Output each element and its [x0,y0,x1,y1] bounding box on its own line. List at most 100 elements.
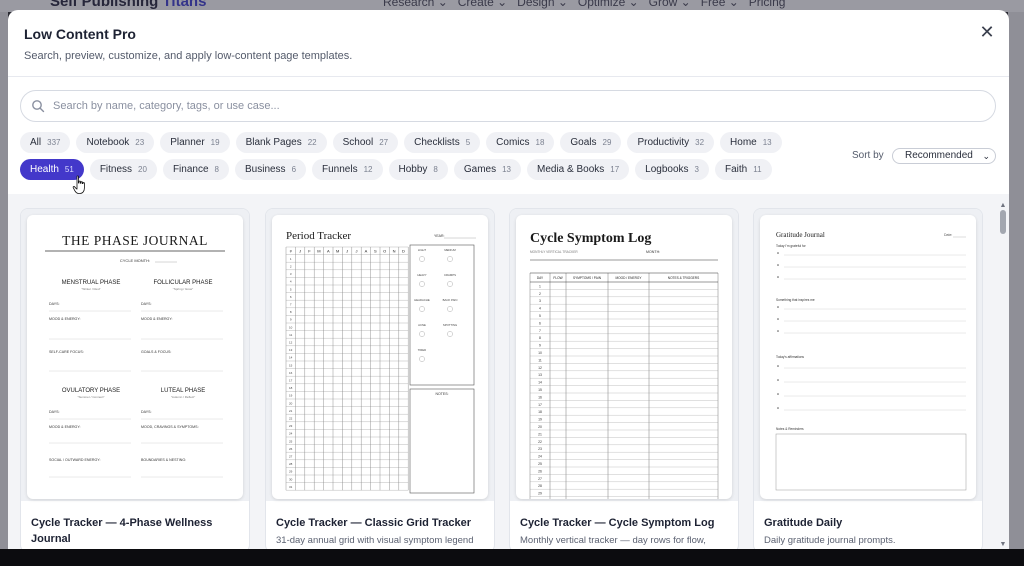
svg-text:Something that inspires me: Something that inspires me [776,298,815,302]
filter-chip-goals[interactable]: Goals 29 [560,132,622,153]
svg-text:20: 20 [538,425,542,429]
preview-heading: Cycle Symptom Log [530,231,651,246]
svg-text:BOUNDARIES & NESTING:: BOUNDARIES & NESTING: [141,458,186,462]
filter-chip-comics[interactable]: Comics 18 [486,132,555,153]
svg-text:MENSTRUAL PHASE: MENSTRUAL PHASE [62,280,121,286]
svg-text:GOALS & FOCUS:: GOALS & FOCUS: [141,350,171,354]
svg-text:"Autumn / Reflect": "Autumn / Reflect" [171,395,195,399]
svg-text:4: 4 [290,280,292,284]
close-icon[interactable]: ✕ [977,22,997,42]
symptom-table: DAY FLOW SYMPTOMS / PAIN MOOD / ENERGY NOTES… [529,272,719,512]
filter-chip-checklists[interactable]: Checklists 5 [404,132,481,153]
svg-text:16: 16 [538,395,542,399]
preview-heading: THE PHASE JOURNAL [62,233,208,248]
svg-text:DAYS:: DAYS: [49,410,60,414]
scroll-down-icon[interactable]: ▼ [998,541,1008,549]
svg-text:1: 1 [539,284,541,288]
svg-text:30: 30 [289,477,293,481]
svg-text:22: 22 [538,440,542,444]
svg-text:Date:: Date: [944,233,952,237]
svg-text:"Summer / Connect": "Summer / Connect" [77,395,104,399]
svg-text:MOOD, CRAVINGS & SYMPTOMS:: MOOD, CRAVINGS & SYMPTOMS: [141,425,199,429]
filter-chip-hobby[interactable]: Hobby 8 [388,159,448,180]
template-card-symptom-log[interactable]: Cycle Symptom Log MONTHLY VERTICAL TRACK… [509,208,739,549]
svg-text:D: D [402,249,405,254]
svg-text:9: 9 [290,318,292,322]
card-title: Cycle Tracker — Cycle Symptom Log [520,517,715,529]
svg-text:18: 18 [289,386,293,390]
search-box [20,90,996,122]
svg-text:25: 25 [538,462,542,466]
svg-text:J: J [299,249,301,254]
card-description: Daily gratitude journal prompts. [764,535,896,546]
svg-text:14: 14 [538,381,542,385]
svg-text:MOOD & ENERGY:: MOOD & ENERGY: [49,425,81,429]
svg-text:O: O [383,249,386,254]
svg-text:A: A [365,249,368,254]
svg-text:5: 5 [290,287,292,291]
svg-text:28: 28 [538,484,542,488]
scroll-thumb[interactable] [1000,210,1006,234]
background-brand: Self Publishing Titans [50,0,207,10]
svg-text:27: 27 [289,455,293,459]
svg-text:2: 2 [539,292,541,296]
page-preview: THE PHASE JOURNAL CYCLE MONTH: MENSTRUAL… [27,215,243,499]
svg-text:24: 24 [289,432,293,436]
svg-text:SOCIAL / OUTWARD ENERGY:: SOCIAL / OUTWARD ENERGY: [49,458,100,462]
filter-chip-business[interactable]: Business 6 [234,159,307,180]
filter-chip-productivity[interactable]: Productivity 32 [627,132,715,153]
card-thumbnail: Gratitude Journal Date: Today I'm gratef… [754,209,982,501]
svg-text:6: 6 [290,295,292,299]
svg-text:NOTES & TRIGGERS: NOTES & TRIGGERS [668,276,699,280]
scroll-up-icon[interactable]: ▲ [998,202,1008,210]
svg-text:12: 12 [538,366,542,370]
preview-heading: Gratitude Journal [776,231,825,239]
svg-text:NOTES:: NOTES: [435,392,448,396]
svg-text:3: 3 [290,272,292,276]
svg-text:LIGHT: LIGHT [418,248,427,252]
svg-text:26: 26 [289,447,293,451]
filter-chip-planner[interactable]: Planner 19 [160,132,230,153]
svg-text:17: 17 [538,403,542,407]
filter-chip-blank-pages[interactable]: Blank Pages 22 [235,132,327,153]
svg-text:10: 10 [538,351,542,355]
filter-chip-games[interactable]: Games 13 [453,159,521,180]
background-menu: Research ⌄ Create ⌄ Design ⌄ Optimize ⌄ Grow… [383,0,786,9]
svg-text:25: 25 [289,439,293,443]
svg-text:11: 11 [289,333,292,337]
background-bottom [0,549,1024,566]
filter-chip-logbooks[interactable]: Logbooks 3 [635,159,709,180]
svg-text:5: 5 [539,314,541,318]
svg-text:9: 9 [539,344,541,348]
template-card-gratitude[interactable]: Gratitude Journal Date: Today I'm gratef… [753,208,983,549]
filter-chip-school[interactable]: School 27 [332,132,399,153]
svg-text:BACK PAIN: BACK PAIN [443,298,458,302]
svg-text:TIRED: TIRED [418,348,426,352]
svg-text:13: 13 [289,348,293,352]
preview-sub: CYCLE MONTH: [120,258,150,263]
svg-text:23: 23 [538,447,542,451]
svg-text:MOOD & ENERGY:: MOOD & ENERGY: [141,317,173,321]
card-description: Monthly vertical tracker — day rows for … [520,535,706,546]
filter-chip-media-books[interactable]: Media & Books 17 [527,159,630,180]
filter-chip-notebook[interactable]: Notebook 23 [76,132,155,153]
sort-select[interactable]: Recommended ⌄ [892,148,996,164]
template-card-period-tracker[interactable]: Period Tracker YEAR: # J F M A M J J A S O N D 1 2 3 4 5 6… [265,208,495,549]
filter-chip-all[interactable]: All 337 [20,132,71,153]
scrollbar[interactable]: ▲ ▼ [998,202,1008,549]
svg-text:FOLLICULAR PHASE: FOLLICULAR PHASE [153,280,212,286]
filter-chip-funnels[interactable]: Funnels 12 [312,159,383,180]
svg-text:MOOD / ENERGY: MOOD / ENERGY [615,276,642,280]
svg-text:HEAVY: HEAVY [417,273,426,277]
svg-text:LUTEAL PHASE: LUTEAL PHASE [161,388,205,394]
search-input[interactable] [53,97,953,115]
filter-chip-faith[interactable]: Faith 11 [715,159,772,180]
svg-text:21: 21 [538,432,542,436]
filter-chip-finance[interactable]: Finance 8 [162,159,229,180]
svg-text:A: A [327,249,330,254]
svg-text:J: J [356,249,358,254]
filter-chip-fitness[interactable]: Fitness 20 [89,159,157,180]
svg-text:MONTH:: MONTH: [646,250,660,254]
template-card-phase-journal[interactable]: THE PHASE JOURNAL CYCLE MONTH: MENSTRUAL… [20,208,250,549]
filter-chip-home[interactable]: Home 13 [720,132,782,153]
